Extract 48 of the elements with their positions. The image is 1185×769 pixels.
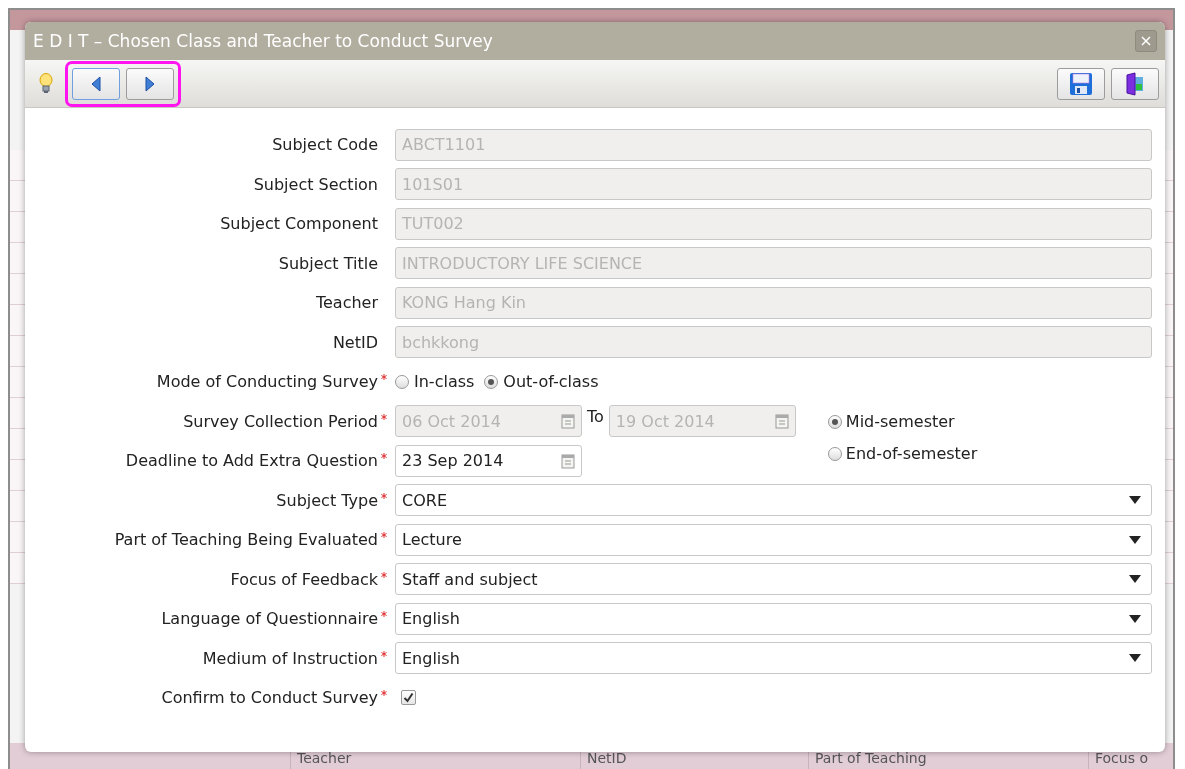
field-label: Confirm to Conduct Survey bbox=[161, 688, 378, 708]
calendar-icon bbox=[561, 413, 575, 430]
close-icon bbox=[1141, 36, 1151, 46]
dropdown[interactable]: Lecture bbox=[395, 523, 1152, 556]
calendar-icon bbox=[561, 452, 575, 469]
radio-label: In-class bbox=[414, 372, 475, 392]
field-label: Part of Teaching Being Evaluated bbox=[114, 530, 378, 550]
field-label: Subject Title bbox=[278, 253, 378, 273]
range-separator: To bbox=[587, 406, 604, 427]
next-button[interactable] bbox=[126, 67, 174, 100]
field-label: Subject Section bbox=[253, 174, 378, 194]
caret-icon bbox=[1129, 614, 1141, 623]
door-icon bbox=[1125, 71, 1145, 96]
field-label: Medium of Instruction bbox=[202, 648, 378, 668]
field-label: Focus of Feedback bbox=[230, 569, 378, 589]
field-label: Subject Component bbox=[220, 214, 378, 234]
field-label: Survey Collection Period bbox=[183, 411, 378, 431]
save-button[interactable] bbox=[1057, 67, 1105, 100]
exit-button[interactable] bbox=[1111, 67, 1159, 100]
dropdown[interactable]: English bbox=[395, 602, 1152, 635]
field-label: Language of Questionnaire bbox=[161, 609, 378, 629]
right-triangle-icon bbox=[144, 75, 156, 92]
field-label: Teacher bbox=[315, 293, 378, 313]
field-label: NetID bbox=[332, 332, 378, 352]
lightbulb-icon[interactable] bbox=[39, 72, 53, 95]
caret-icon bbox=[1129, 496, 1141, 505]
checkbox[interactable] bbox=[401, 690, 416, 706]
caret-icon bbox=[1129, 535, 1141, 544]
caret-icon bbox=[1129, 575, 1141, 584]
radio-label: End-of-semester bbox=[845, 442, 978, 465]
left-triangle-icon bbox=[90, 75, 102, 92]
calendar-icon bbox=[774, 413, 789, 430]
radio-label: Mid-semester bbox=[845, 410, 955, 433]
radio-button[interactable] bbox=[484, 374, 499, 389]
dropdown[interactable]: English bbox=[395, 642, 1152, 675]
field-label: Deadline to Add Extra Question bbox=[125, 451, 378, 471]
radio-button[interactable] bbox=[395, 374, 409, 389]
dropdown[interactable]: Staff and subject bbox=[395, 563, 1152, 596]
date-field[interactable]: 23 Sep 2014 bbox=[395, 444, 582, 477]
field-label: Subject Type bbox=[276, 490, 378, 510]
field-label: Subject Code bbox=[272, 135, 378, 155]
caret-icon bbox=[1129, 654, 1141, 663]
field-label: Mode of Conducting Survey bbox=[156, 372, 378, 392]
previous-button[interactable] bbox=[72, 67, 120, 100]
dropdown[interactable]: CORE bbox=[395, 484, 1152, 517]
window-title: E D I T – Chosen Class and Teacher to Conduct Survey bbox=[33, 31, 494, 51]
close-button[interactable] bbox=[1135, 30, 1157, 52]
radio-label: Out-of-class bbox=[503, 372, 599, 392]
